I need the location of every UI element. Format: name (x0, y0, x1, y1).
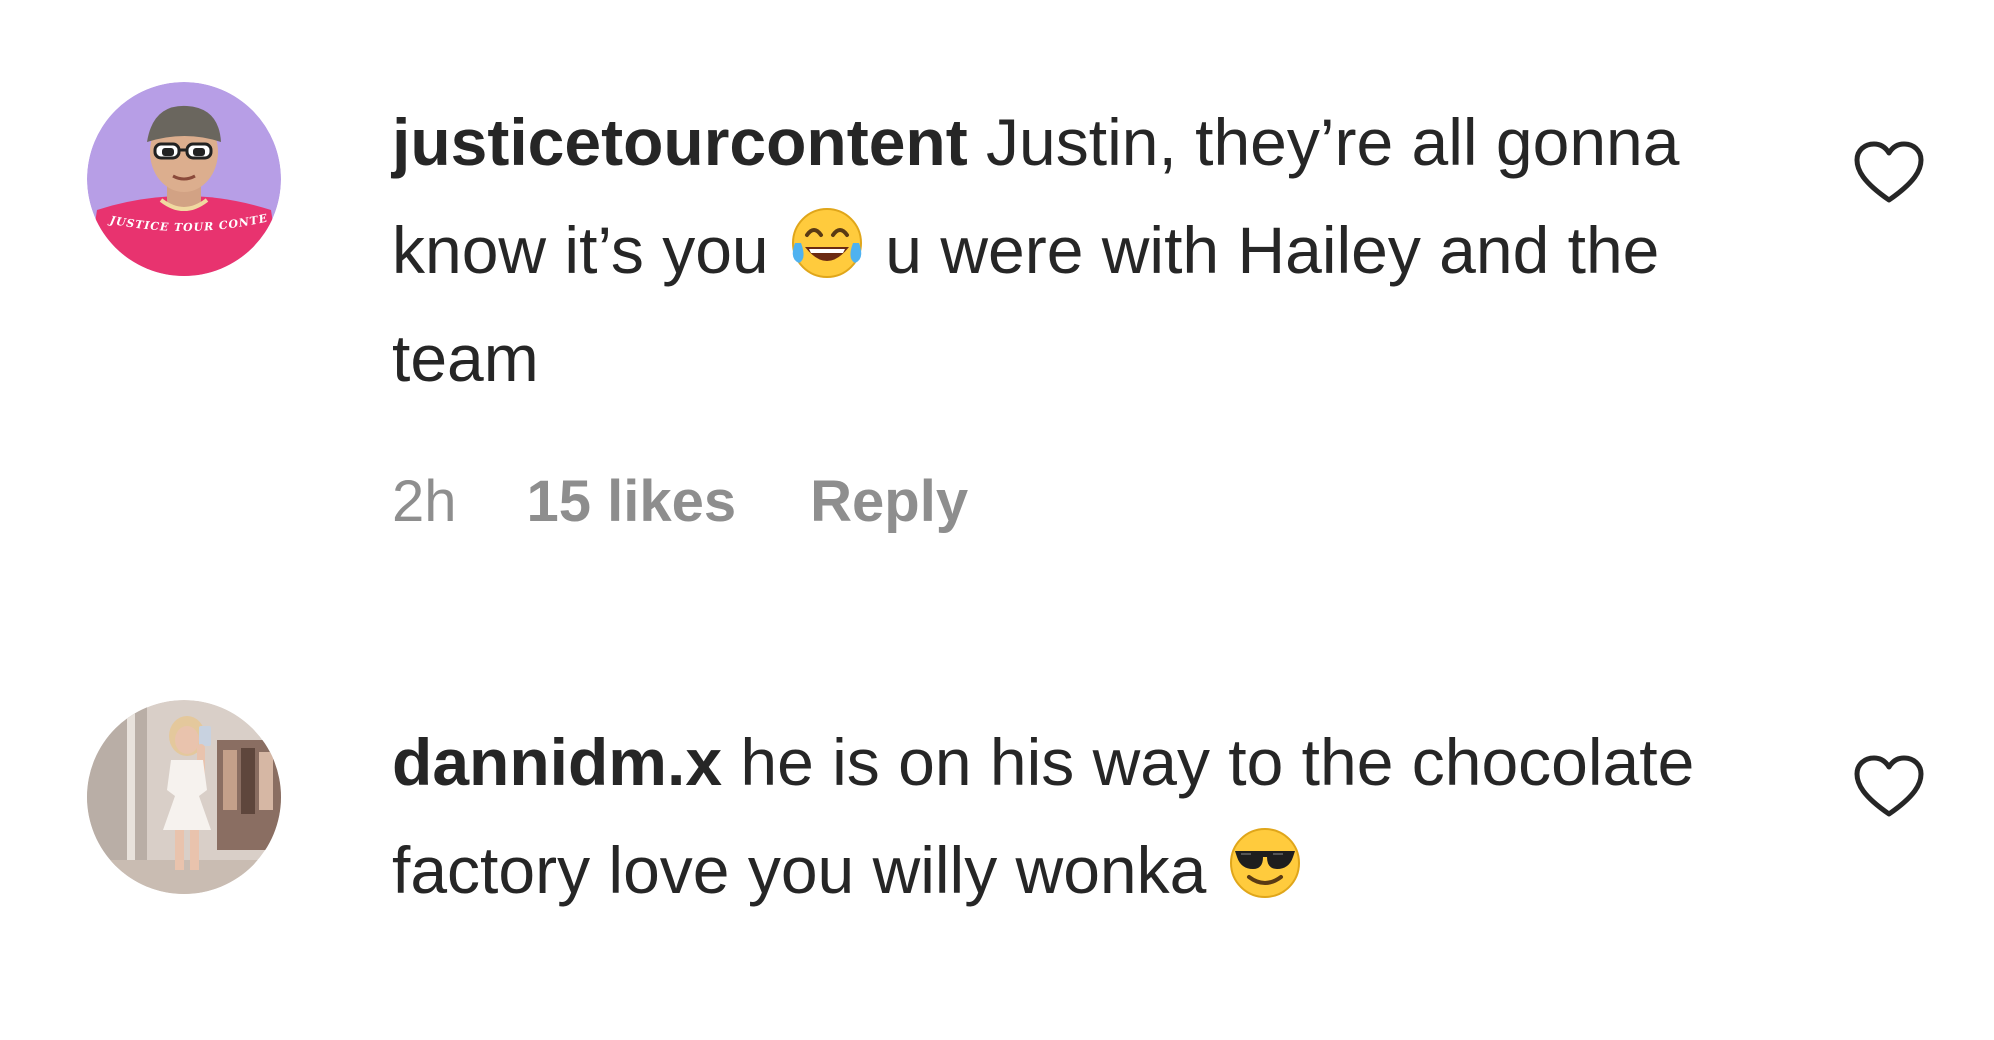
comment-username[interactable]: justicetourcontent (392, 105, 968, 179)
avatar[interactable]: JUSTICE TOUR CONTENT (87, 82, 281, 276)
likes-count[interactable]: 15 likes (527, 468, 737, 535)
reply-button[interactable]: Reply (810, 468, 968, 535)
face-with-tears-of-joy-icon (787, 203, 867, 283)
heart-outline-icon[interactable] (1853, 140, 1925, 206)
comment: dannidm.x he is on his way to the chocol… (0, 600, 1994, 1040)
smiling-face-with-sunglasses-icon (1225, 823, 1305, 903)
comment-username[interactable]: dannidm.x (392, 725, 722, 799)
comment-body: dannidm.x he is on his way to the chocol… (392, 708, 1792, 924)
avatar[interactable] (87, 700, 281, 894)
heart-outline-icon[interactable] (1853, 754, 1925, 820)
comment-timestamp: 2h (392, 469, 457, 534)
comment-meta: 2h 15 likes Reply (392, 468, 968, 535)
comment-body: justicetourcontent Justin, they’re all g… (392, 88, 1792, 412)
avatar-image (87, 700, 281, 894)
comment: JUSTICE TOUR CONTENT justicetourcontent … (0, 0, 1994, 600)
avatar-image: JUSTICE TOUR CONTENT (87, 82, 281, 276)
